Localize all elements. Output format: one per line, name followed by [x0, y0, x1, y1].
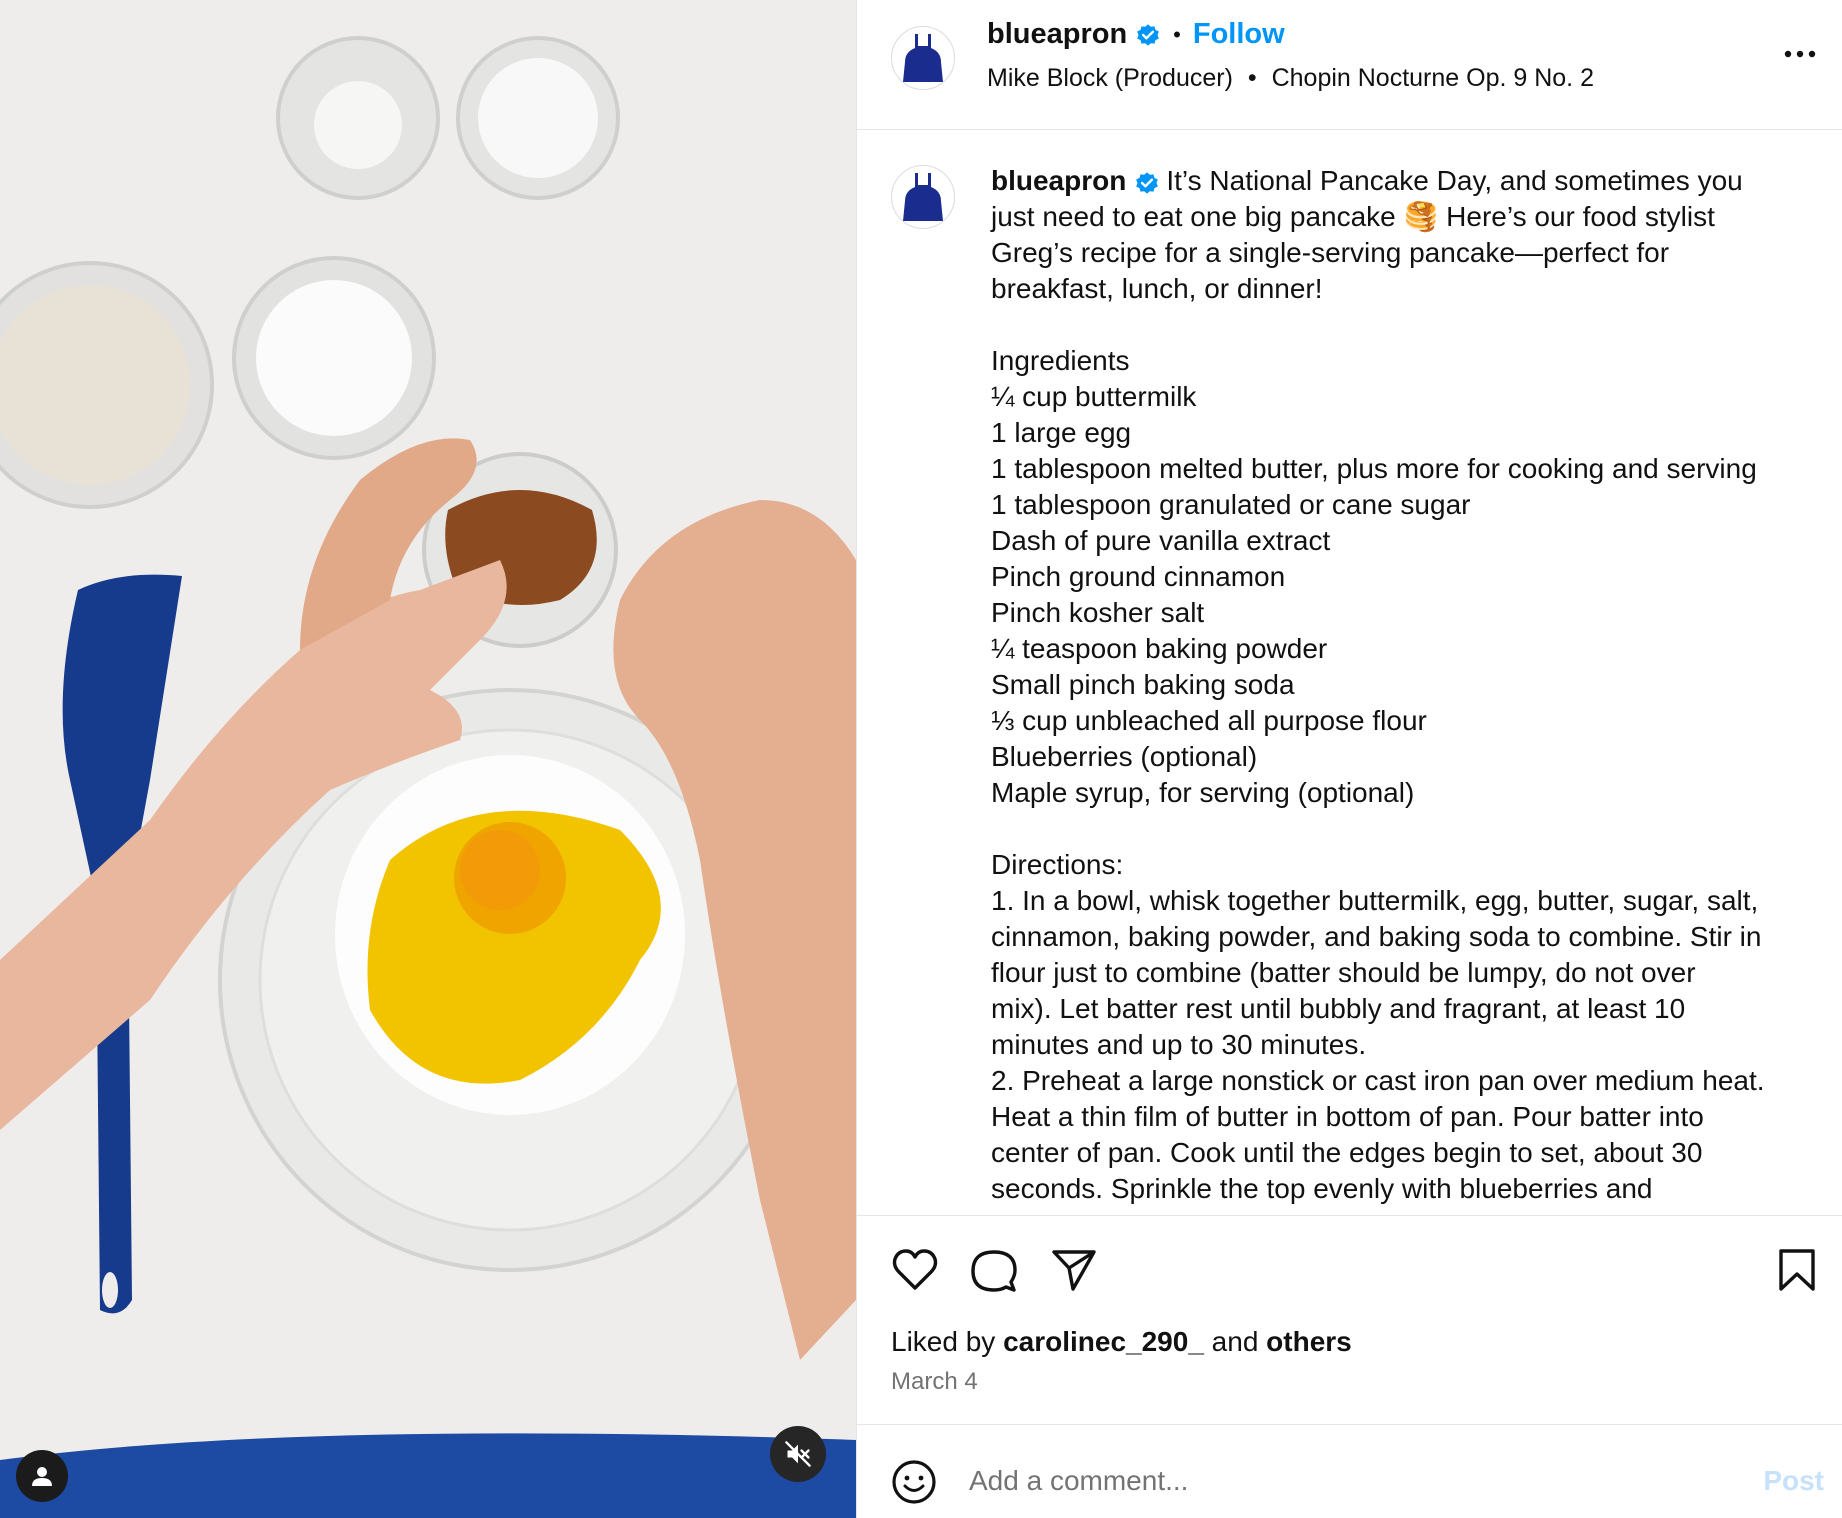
caption-line: seconds. Sprinkle the top evenly with bl… [991, 1173, 1653, 1204]
caption-text: blueapron It’s National Pancake Day, and … [991, 163, 1807, 1207]
likes-prefix: Liked by [891, 1326, 996, 1357]
caption-line: 1 tablespoon granulated or cane sugar [991, 489, 1471, 520]
caption-line: Pinch kosher salt [991, 597, 1205, 628]
caption-line: 1 tablespoon melted butter, plus more fo… [991, 453, 1757, 484]
header-title-row: blueapron • Follow [987, 18, 1285, 51]
more-icon [1784, 50, 1816, 58]
caption-line: mix). Let batter rest until bubbly and f… [991, 993, 1686, 1024]
video-player[interactable] [0, 0, 856, 1518]
audio-link[interactable]: Chopin Nocturne Op. 9 No. 2 [1272, 64, 1594, 92]
post-header: blueapron • Follow Mike Block (Producer)… [857, 0, 1842, 130]
comment-bar: Post [857, 1424, 1842, 1518]
caption-line: 1. In a bowl, whisk together buttermilk,… [991, 885, 1759, 916]
post-actions [857, 1216, 1842, 1304]
post-modal: blueapron • Follow Mike Block (Producer)… [0, 0, 1842, 1518]
share-button[interactable] [1051, 1248, 1097, 1297]
caption-line: center of pan. Cook until the edges begi… [991, 1137, 1703, 1168]
save-button[interactable] [1778, 1248, 1816, 1297]
caption-line-text: It’s National Pancake Day, and sometimes… [1166, 165, 1743, 196]
producer-link[interactable]: Mike Block (Producer) [987, 64, 1233, 92]
bookmark-icon [1779, 1249, 1815, 1291]
caption-line: 1 large egg [991, 417, 1132, 448]
smiley-icon [892, 1460, 936, 1504]
caption-line: Blueberries (optional) [991, 741, 1258, 772]
author-username[interactable]: blueapron [987, 18, 1127, 51]
post-date[interactable]: March 4 [891, 1368, 978, 1396]
post-comment-button[interactable]: Post [1763, 1465, 1824, 1497]
caption-line: cinnamon, baking powder, and baking soda… [991, 921, 1762, 952]
caption-line: ⅓ cup unbleached all purpose flour [991, 705, 1427, 736]
user-icon [32, 1467, 52, 1486]
caption-username[interactable]: blueapron [991, 165, 1126, 196]
caption-line: Pinch ground cinnamon [991, 561, 1286, 592]
caption-avatar[interactable] [891, 165, 955, 229]
mute-button[interactable] [770, 1426, 826, 1482]
caption-line: blueapron It’s National Pancake Day, and … [991, 163, 1807, 199]
tagged-users-button[interactable] [16, 1450, 68, 1502]
caption-line: Heat a thin film of butter in bottom of … [991, 1101, 1704, 1132]
caption-line: just need to eat one big pancake 🥞 Here’… [991, 201, 1715, 232]
video-frame [0, 0, 856, 1518]
liker-username[interactable]: carolinec_290_ [1003, 1326, 1204, 1357]
verified-badge-icon [1137, 23, 1160, 46]
caption-line: 2. Preheat a large nonstick or cast iron… [991, 1065, 1765, 1096]
post-details-panel: blueapron • Follow Mike Block (Producer)… [856, 0, 1842, 1518]
caption-line: Directions: [991, 849, 1124, 880]
likes-others-link[interactable]: others [1266, 1326, 1352, 1357]
speaker-muted-icon [785, 1441, 811, 1467]
caption-line: Greg’s recipe for a single-serving panca… [991, 237, 1670, 268]
verified-badge-icon [1136, 171, 1159, 194]
caption-line: flour just to combine (batter should be … [991, 957, 1696, 988]
apron-logo-icon [903, 173, 943, 221]
caption-line: Maple syrup, for serving (optional) [991, 777, 1415, 808]
comment-icon [971, 1250, 1017, 1292]
follow-button[interactable]: Follow [1193, 18, 1285, 51]
comment-input[interactable] [969, 1461, 1669, 1501]
caption-line: breakfast, lunch, or dinner! [991, 273, 1323, 304]
likes-summary: Liked by carolinec_290_ and others [891, 1326, 1352, 1358]
more-options-button[interactable] [1784, 46, 1816, 64]
send-icon [1052, 1250, 1096, 1291]
header-subtitle: Mike Block (Producer) • Chopin Nocturne … [987, 64, 1594, 93]
caption-line: ¼ cup buttermilk [991, 381, 1197, 412]
caption-line: Small pinch baking soda [991, 669, 1295, 700]
header-separator: • [1173, 21, 1181, 47]
likes-conjunction: and [1211, 1326, 1259, 1357]
caption-line: Dash of pure vanilla extract [991, 525, 1331, 556]
caption-line: Ingredients [991, 345, 1130, 376]
avatar[interactable] [891, 26, 955, 90]
caption-line: ¼ teaspoon baking powder [991, 633, 1328, 664]
comment-button[interactable] [971, 1248, 1017, 1299]
caption-scroll-area[interactable]: blueapron It’s National Pancake Day, and … [857, 131, 1842, 1216]
emoji-button[interactable] [891, 1459, 937, 1510]
heart-icon [892, 1249, 938, 1290]
apron-logo-icon [903, 34, 943, 82]
audio-separator: • [1247, 64, 1257, 92]
caption-line: minutes and up to 30 minutes. [991, 1029, 1367, 1060]
like-button[interactable] [891, 1248, 939, 1297]
